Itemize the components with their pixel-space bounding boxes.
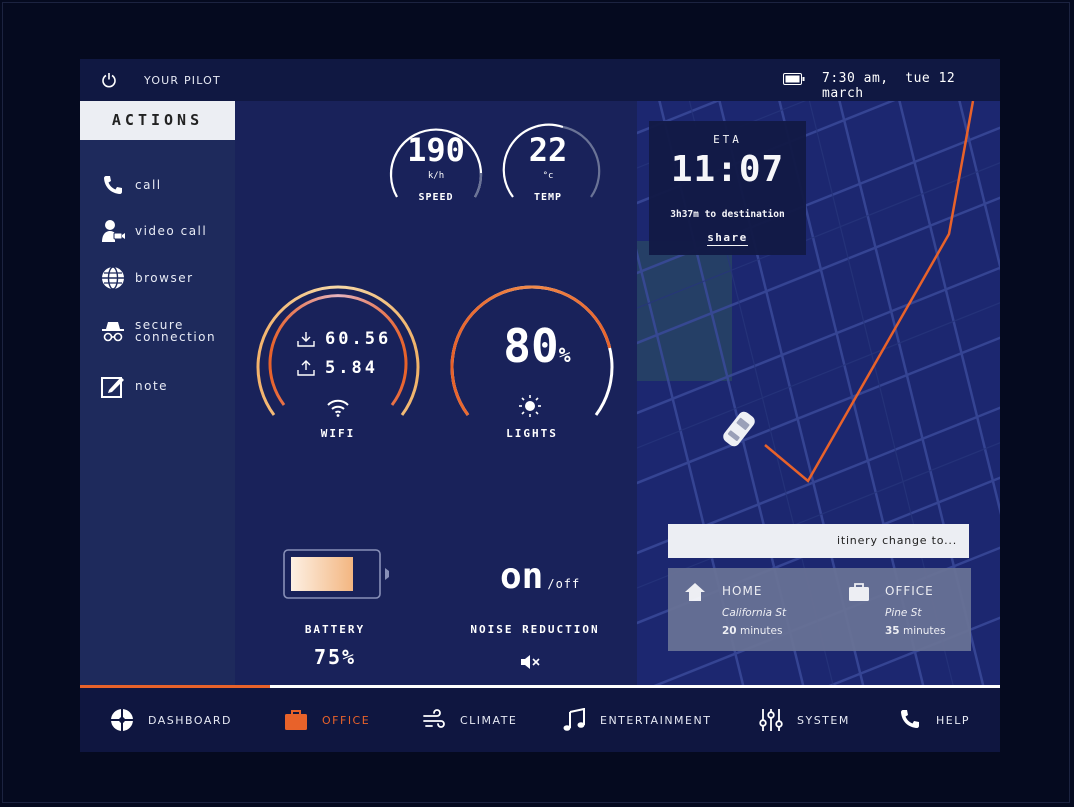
lights-value: 80% bbox=[497, 319, 577, 373]
home-title: HOME bbox=[722, 584, 763, 598]
lights-label: LIGHTS bbox=[506, 427, 558, 440]
home-icon bbox=[685, 583, 705, 601]
car-dashboard-app: YOUR PILOT 7:30 am, tue 12 march ACTIONS… bbox=[80, 59, 1000, 752]
download-icon bbox=[297, 332, 315, 347]
power-icon[interactable] bbox=[101, 72, 117, 88]
nav-help-label: HELP bbox=[936, 713, 970, 727]
destination-options: HOME California St 20 minutes OFFICE Pin… bbox=[668, 568, 971, 651]
nav-climate[interactable]: CLIMATE bbox=[422, 708, 517, 732]
dashboard-icon bbox=[111, 709, 133, 731]
speed-label: SPEED bbox=[418, 192, 454, 203]
actions-header: ACTIONS bbox=[80, 101, 235, 140]
nav-entertainment[interactable]: ENTERTAINMENT bbox=[562, 708, 711, 732]
clock: 7:30 am, tue 12 march bbox=[822, 71, 1000, 101]
action-video-call[interactable]: video call bbox=[100, 218, 207, 244]
speed-value: 190 bbox=[407, 131, 465, 169]
wifi-upload-value: 5.84 bbox=[325, 358, 378, 378]
phone-icon bbox=[104, 176, 122, 194]
eta-time: 11:07 bbox=[670, 149, 785, 190]
wind-icon bbox=[423, 709, 445, 728]
nav-system[interactable]: SYSTEM bbox=[759, 708, 850, 732]
sliders-icon bbox=[759, 709, 783, 731]
mute-icon bbox=[521, 655, 540, 669]
actions-sidebar: ACTIONS call video call browser secure c… bbox=[80, 101, 235, 685]
sun-icon bbox=[519, 395, 541, 417]
nav-office-label: OFFICE bbox=[322, 713, 371, 727]
action-call[interactable]: call bbox=[100, 172, 162, 198]
phone-icon bbox=[901, 710, 919, 728]
battery-value: 75% bbox=[313, 645, 357, 669]
office-street: Pine St bbox=[885, 607, 922, 619]
time-text: 7:30 am, bbox=[822, 71, 889, 86]
noise-off-text: /off bbox=[547, 577, 581, 591]
nav-dashboard-label: DASHBOARD bbox=[148, 713, 233, 727]
temp-unit: °c bbox=[542, 171, 554, 181]
nav-help[interactable]: HELP bbox=[898, 708, 970, 732]
office-title: OFFICE bbox=[885, 584, 934, 598]
incognito-icon bbox=[102, 322, 124, 342]
lights-value-number: 80 bbox=[503, 319, 559, 373]
music-icon bbox=[563, 708, 585, 731]
eta-share-text: share bbox=[707, 231, 748, 246]
wifi-download-value: 60.56 bbox=[325, 329, 392, 349]
noise-on-text: on bbox=[500, 556, 544, 597]
wifi-icon bbox=[327, 399, 349, 417]
office-minutes-label: minutes bbox=[902, 625, 946, 637]
action-browser[interactable]: browser bbox=[100, 265, 194, 291]
speed-unit: k/h bbox=[427, 171, 445, 181]
nav-entertainment-label: ENTERTAINMENT bbox=[600, 713, 712, 727]
pilot-label: YOUR PILOT bbox=[144, 74, 221, 87]
dashboard-panel: 190 k/h SPEED 22 °c TEMP 60.56 5.84 WIFI… bbox=[235, 101, 637, 685]
note-icon bbox=[101, 377, 124, 398]
lights-value-unit: % bbox=[558, 343, 571, 367]
battery-label: BATTERY bbox=[304, 623, 366, 636]
video-call-icon bbox=[102, 220, 125, 242]
nav-climate-label: CLIMATE bbox=[460, 713, 518, 727]
eta-card: ETA 11:07 3h37m to destination share bbox=[649, 121, 806, 255]
noise-label: NOISE REDUCTION bbox=[470, 623, 600, 636]
action-video-call-label: video call bbox=[135, 224, 208, 238]
eta-remaining: 3h37m to destination bbox=[670, 209, 785, 220]
office-minutes: 35 minutes bbox=[885, 625, 945, 637]
office-minutes-number: 35 bbox=[885, 625, 900, 637]
briefcase-icon bbox=[285, 710, 307, 730]
top-bar: YOUR PILOT 7:30 am, tue 12 march bbox=[80, 59, 1000, 101]
nav-office[interactable]: OFFICE bbox=[284, 708, 370, 732]
car-marker bbox=[723, 411, 755, 447]
action-secure-connection[interactable]: secure connection bbox=[100, 318, 216, 344]
briefcase-icon bbox=[849, 583, 869, 601]
action-note-label: note bbox=[135, 379, 169, 393]
eta-label: ETA bbox=[713, 133, 742, 146]
navigation-map[interactable]: ETA 11:07 3h37m to destination share iti… bbox=[637, 101, 1000, 685]
action-browser-label: browser bbox=[135, 271, 194, 285]
wifi-label: WIFI bbox=[320, 427, 356, 440]
action-secure-connection-label: secure connection bbox=[135, 319, 216, 343]
home-minutes: 20 minutes bbox=[722, 625, 782, 637]
globe-icon bbox=[102, 266, 124, 290]
home-street: California St bbox=[722, 607, 787, 619]
nav-dashboard[interactable]: DASHBOARD bbox=[110, 708, 232, 732]
itinerary-change-field[interactable]: itinery change to... bbox=[668, 524, 969, 558]
temp-label: TEMP bbox=[533, 192, 563, 203]
home-minutes-label: minutes bbox=[739, 625, 783, 637]
secure-label-line2: connection bbox=[135, 330, 217, 344]
action-call-label: call bbox=[135, 178, 162, 192]
action-note[interactable]: note bbox=[100, 373, 168, 399]
temp-value: 22 bbox=[528, 131, 568, 169]
eta-share-link[interactable]: share bbox=[649, 231, 806, 246]
bottom-navigation: DASHBOARD OFFICE CLIMATE ENTERTAINMENT S… bbox=[80, 688, 1000, 752]
upload-icon bbox=[297, 360, 315, 376]
battery-icon bbox=[283, 549, 389, 599]
home-minutes-number: 20 bbox=[722, 625, 737, 637]
noise-toggle[interactable]: on/off bbox=[500, 556, 610, 597]
nav-system-label: SYSTEM bbox=[797, 713, 850, 727]
battery-status-icon bbox=[783, 73, 805, 85]
